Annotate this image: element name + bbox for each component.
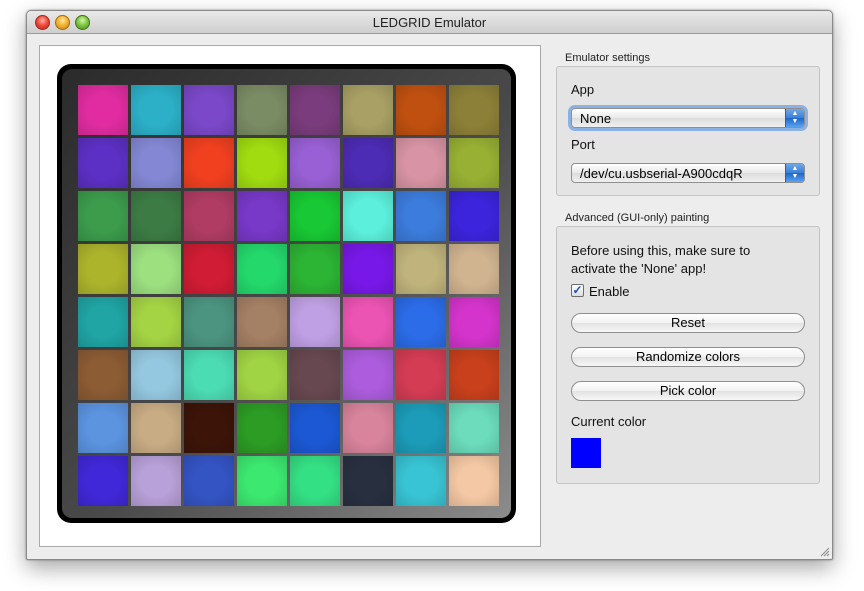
led-cell[interactable] [396, 350, 446, 400]
port-label: Port [571, 137, 595, 152]
led-cell[interactable] [78, 138, 128, 188]
led-cell[interactable] [290, 244, 340, 294]
title-bar[interactable]: LEDGRID Emulator [27, 11, 832, 34]
painting-group-title: Advanced (GUI-only) painting [565, 212, 710, 224]
ledgrid-device [57, 64, 516, 523]
current-color-swatch [571, 438, 601, 468]
led-cell[interactable] [78, 456, 128, 506]
led-cell[interactable] [343, 244, 393, 294]
led-cell[interactable] [131, 297, 181, 347]
led-cell[interactable] [78, 244, 128, 294]
led-cell[interactable] [78, 85, 128, 135]
up-down-arrows-icon: ▲ ▼ [785, 164, 804, 182]
led-cell[interactable] [449, 244, 499, 294]
pick-color-button[interactable]: Pick color [571, 381, 805, 401]
led-cell[interactable] [290, 350, 340, 400]
enable-label[interactable]: Enable [589, 284, 629, 299]
led-cell[interactable] [237, 297, 287, 347]
ledgrid-device-face [62, 69, 511, 518]
led-cell[interactable] [396, 85, 446, 135]
led-cell[interactable] [78, 191, 128, 241]
led-cell[interactable] [237, 350, 287, 400]
led-cell[interactable] [396, 456, 446, 506]
led-cell[interactable] [184, 85, 234, 135]
led-cell[interactable] [343, 138, 393, 188]
painting-note-line1: Before using this, make sure to [571, 243, 751, 258]
emulator-settings-title: Emulator settings [565, 52, 650, 64]
led-cell[interactable] [396, 297, 446, 347]
checkmark-icon: ✓ [572, 283, 583, 297]
reset-button[interactable]: Reset [571, 313, 805, 333]
led-matrix [78, 85, 499, 506]
led-cell[interactable] [184, 350, 234, 400]
led-cell[interactable] [78, 350, 128, 400]
led-cell[interactable] [343, 297, 393, 347]
led-cell[interactable] [131, 456, 181, 506]
led-cell[interactable] [449, 297, 499, 347]
led-cell[interactable] [184, 403, 234, 453]
emulator-window: LEDGRID Emulator Emulator settings App N… [26, 10, 833, 560]
led-cell[interactable] [396, 191, 446, 241]
led-cell[interactable] [343, 350, 393, 400]
led-cell[interactable] [131, 191, 181, 241]
led-grid-panel [39, 45, 541, 547]
led-cell[interactable] [237, 138, 287, 188]
port-select[interactable]: /dev/cu.usbserial-A900cdqR ▲ ▼ [571, 163, 805, 183]
led-cell[interactable] [343, 191, 393, 241]
led-cell[interactable] [78, 403, 128, 453]
led-cell[interactable] [237, 403, 287, 453]
painting-group: Before using this, make sure to activate… [556, 226, 820, 484]
led-cell[interactable] [396, 244, 446, 294]
app-select-value: None [580, 111, 612, 126]
led-cell[interactable] [449, 350, 499, 400]
led-cell[interactable] [131, 350, 181, 400]
painting-note-line2: activate the 'None' app! [571, 261, 707, 276]
port-select-value: /dev/cu.usbserial-A900cdqR [580, 166, 743, 181]
led-cell[interactable] [237, 456, 287, 506]
current-color-label: Current color [571, 414, 647, 429]
app-select[interactable]: None ▲ ▼ [571, 108, 805, 128]
up-down-arrows-icon: ▲ ▼ [785, 109, 804, 127]
led-cell[interactable] [396, 403, 446, 453]
led-cell[interactable] [131, 244, 181, 294]
led-cell[interactable] [396, 138, 446, 188]
led-cell[interactable] [343, 85, 393, 135]
led-cell[interactable] [184, 138, 234, 188]
led-cell[interactable] [449, 138, 499, 188]
emulator-settings-group: App None ▲ ▼ Port /dev/cu.usbserial-A900c… [556, 66, 820, 196]
led-cell[interactable] [131, 85, 181, 135]
led-cell[interactable] [449, 85, 499, 135]
led-cell[interactable] [449, 403, 499, 453]
enable-checkbox[interactable]: ✓ [571, 284, 584, 297]
led-cell[interactable] [237, 191, 287, 241]
led-cell[interactable] [290, 456, 340, 506]
led-cell[interactable] [184, 297, 234, 347]
led-cell[interactable] [131, 138, 181, 188]
randomize-colors-button[interactable]: Randomize colors [571, 347, 805, 367]
led-cell[interactable] [290, 297, 340, 347]
led-cell[interactable] [290, 138, 340, 188]
led-cell[interactable] [237, 244, 287, 294]
led-cell[interactable] [449, 456, 499, 506]
led-cell[interactable] [131, 403, 181, 453]
led-cell[interactable] [184, 191, 234, 241]
led-cell[interactable] [237, 85, 287, 135]
led-cell[interactable] [184, 456, 234, 506]
led-cell[interactable] [290, 403, 340, 453]
led-cell[interactable] [290, 85, 340, 135]
led-cell[interactable] [184, 244, 234, 294]
led-cell[interactable] [290, 191, 340, 241]
led-cell[interactable] [449, 191, 499, 241]
led-cell[interactable] [343, 456, 393, 506]
window-title: LEDGRID Emulator [372, 15, 487, 30]
led-cell[interactable] [78, 297, 128, 347]
led-cell[interactable] [343, 403, 393, 453]
resize-grip-icon[interactable] [818, 545, 830, 557]
app-label: App [571, 82, 595, 97]
